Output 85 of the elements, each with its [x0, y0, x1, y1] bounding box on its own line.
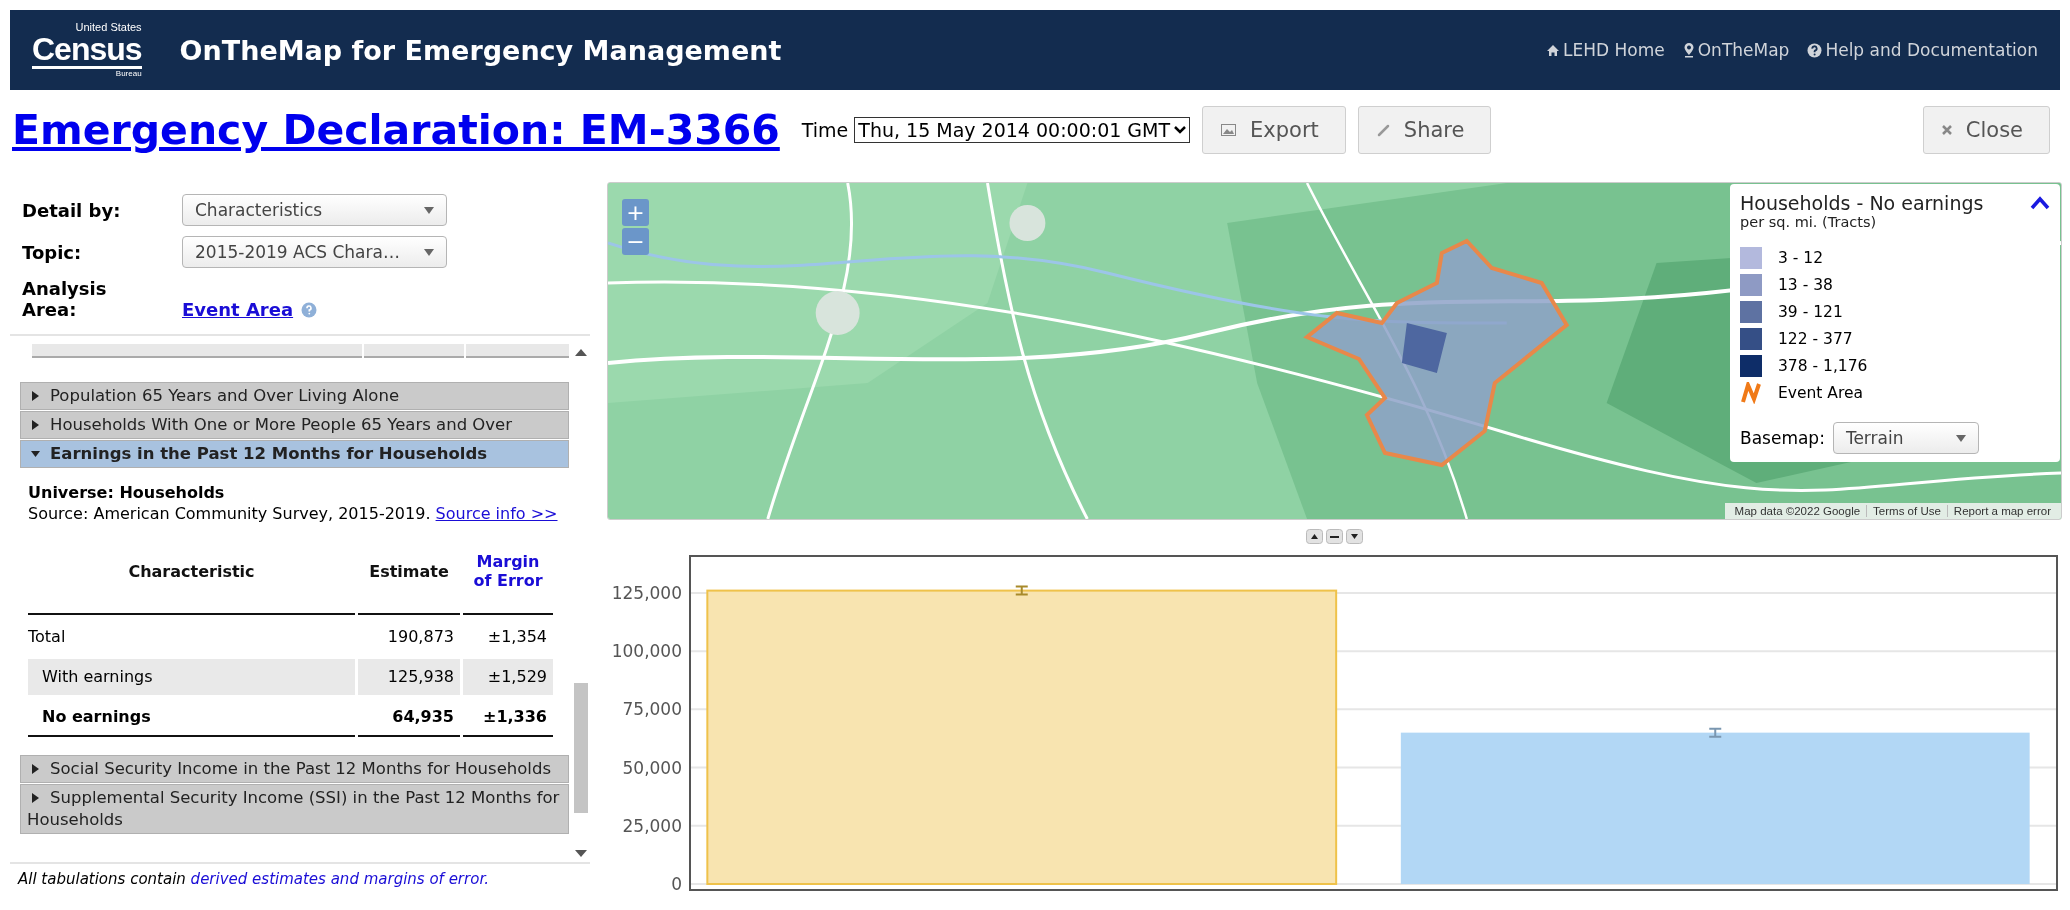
table-cell: 125,938 [358, 659, 460, 695]
event-area-link[interactable]: Event Area [182, 299, 294, 320]
error-bar [1014, 585, 1029, 596]
map-pin-icon [1682, 42, 1695, 58]
app-title: OnTheMap for Emergency Management [179, 34, 782, 66]
time-select[interactable]: Thu, 15 May 2014 00:00:01 GMT [854, 117, 1191, 143]
logo-text: United States [75, 22, 142, 33]
legend-label: 39 - 121 [1778, 302, 1843, 321]
time-label: Time [801, 119, 849, 141]
pane-down-button[interactable] [1346, 529, 1363, 544]
filter-label: Analysis Area: [22, 278, 108, 320]
home-icon [1546, 43, 1561, 57]
accordion-header[interactable]: Supplemental Security Income (SSI) in the Past 12 Months for Households [20, 784, 569, 834]
caret-icon [424, 248, 434, 256]
nav-link[interactable]: LEHD Home [1546, 40, 1665, 60]
scroll-up-icon[interactable] [574, 348, 587, 356]
legend-subtitle: per sq. mi. (Tracts) [1740, 214, 1878, 230]
accordion-header[interactable]: Households With One or More People 65 Years and Over [20, 411, 569, 439]
nav-link[interactable]: Help and Documentation [1807, 40, 2038, 60]
y-tick-label: 0 [671, 874, 682, 894]
collapsed-icon [31, 390, 40, 401]
collapsed-icon [31, 792, 40, 803]
scroll-thumb[interactable] [573, 683, 588, 813]
outline-icon [1740, 381, 1762, 404]
filter-select[interactable]: 2015-2019 ACS Chara… [182, 236, 447, 268]
column-header: Characteristic [128, 561, 255, 581]
error-bar [1708, 727, 1723, 738]
toolbar-button[interactable]: Export [1202, 106, 1346, 154]
nav-link[interactable]: OnTheMap [1682, 40, 1790, 60]
link-icon [1376, 123, 1390, 137]
basemap-select[interactable]: Terrain [1832, 422, 1979, 454]
accordion-header[interactable]: Population 65 Years and Over Living Alone [20, 382, 569, 410]
chevron-icon [1174, 126, 1187, 134]
y-tick-label: 100,000 [611, 641, 682, 662]
legend-label: 3 - 12 [1778, 248, 1824, 267]
close-icon [1941, 125, 1952, 135]
pane-up-button[interactable] [1306, 529, 1323, 544]
basemap-label: Basemap: [1740, 428, 1825, 448]
expanded-icon [31, 448, 40, 459]
accordion-header[interactable]: Earnings in the Past 12 Months for Households [20, 440, 569, 468]
footnote: All tabulations contain derived estimates and margins of error. [16, 869, 490, 890]
table-cell-text: ±1,354 [486, 626, 548, 648]
table-cell-text: 190,873 [386, 626, 455, 648]
table-cell: With earnings [28, 659, 355, 695]
page-title[interactable]: Emergency Declaration: EM-3366 [12, 106, 780, 154]
source-info-link[interactable]: Source info >> [435, 504, 558, 523]
collapsed-icon [31, 419, 40, 430]
table-cell: ±1,529 [463, 659, 553, 695]
legend-label: 13 - 38 [1778, 275, 1833, 294]
column-header[interactable]: Margin of Error [473, 552, 543, 590]
caret-icon [1955, 434, 1966, 442]
table-cell-text: Total [28, 626, 67, 648]
image-icon [1221, 124, 1237, 136]
attribution-text[interactable]: Report a map error [1946, 505, 2057, 517]
attribution-text[interactable]: Terms of Use [1866, 505, 1947, 517]
source-text: Source: American Community Survey, 2015-2019. Source info >> [28, 504, 559, 523]
accordion-header[interactable]: Social Security Income in the Past 12 Months for Households [20, 755, 569, 783]
footnote-link[interactable]: derived estimates and margins of error. [190, 870, 489, 888]
toolbar-button[interactable]: Share [1357, 106, 1492, 154]
attribution-text: Map data ©2022 Google [1733, 505, 1862, 517]
logo-text: Bureau [115, 70, 142, 78]
filter-select[interactable]: Characteristics [182, 194, 447, 226]
filter-label: Detail by: [22, 199, 122, 221]
legend-label: 378 - 1,176 [1778, 356, 1868, 375]
legend-title: Households - No earnings [1740, 192, 1984, 214]
help-icon [1807, 42, 1823, 58]
filter-label: Topic: [22, 241, 83, 263]
y-tick-label: 125,000 [611, 582, 682, 603]
table-cell: ±1,336 [463, 699, 553, 737]
table-cell: 64,935 [358, 699, 460, 737]
universe-text: Universe: Households [28, 483, 226, 502]
column-header: Estimate [369, 561, 449, 581]
legend-label: 122 - 377 [1778, 329, 1853, 348]
collapsed-icon [31, 763, 40, 774]
pane-reset-button[interactable] [1326, 529, 1343, 544]
close-button[interactable]: Close [1922, 106, 2050, 154]
y-tick-label: 75,000 [622, 699, 682, 720]
caret-icon [424, 206, 434, 214]
collapse-icon[interactable] [2030, 196, 2050, 210]
legend-label: Event Area [1778, 383, 1863, 402]
table-cell: No earnings [28, 699, 355, 737]
y-tick-label: 50,000 [622, 757, 682, 778]
y-tick-label: 25,000 [622, 815, 682, 836]
scroll-down-icon[interactable] [574, 850, 587, 858]
logo-text: Census [32, 33, 142, 69]
